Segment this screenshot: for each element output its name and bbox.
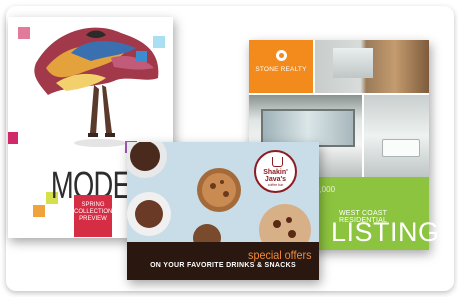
coffee-brand-name: Shakin' Java's xyxy=(256,169,295,183)
fine-print-line xyxy=(127,272,319,274)
realty-photo-hallway xyxy=(315,40,429,93)
coffee-flyer: Shakin' Java's coffee bar special offers… xyxy=(127,142,319,280)
badge-line-1: SPRING xyxy=(81,202,105,208)
realty-photo-bathroom xyxy=(364,95,429,177)
realty-logo-text: STONE REALTY xyxy=(255,66,307,73)
coffee-brand-tagline: coffee bar xyxy=(267,183,284,187)
badge-line-2: COLLECTION xyxy=(74,209,113,215)
realty-logo-icon xyxy=(276,50,287,61)
spring-collection-badge: SPRING COLLECTION PREVIEW xyxy=(74,195,112,237)
realty-listing-title: LISTING xyxy=(331,217,440,247)
decor-square-magenta xyxy=(8,132,18,144)
badge-line-3: PREVIEW xyxy=(79,216,107,222)
coffee-brand-badge: Shakin' Java's coffee bar xyxy=(254,150,297,193)
special-offers-text: special offers xyxy=(247,248,311,262)
fashion-model-illustration xyxy=(34,27,159,147)
decor-square-cyan xyxy=(153,36,165,48)
brand-line-2: Java's xyxy=(264,176,287,183)
decor-square-pink xyxy=(18,27,30,39)
realty-logo: STONE REALTY xyxy=(249,40,313,93)
brand-line-1: Shakin' xyxy=(263,169,288,176)
decor-square-blue xyxy=(136,51,147,62)
drinks-snacks-text: ON YOUR FAVORITE DRINKS & SNACKS xyxy=(150,262,296,269)
coffee-cup-icon xyxy=(272,157,283,167)
